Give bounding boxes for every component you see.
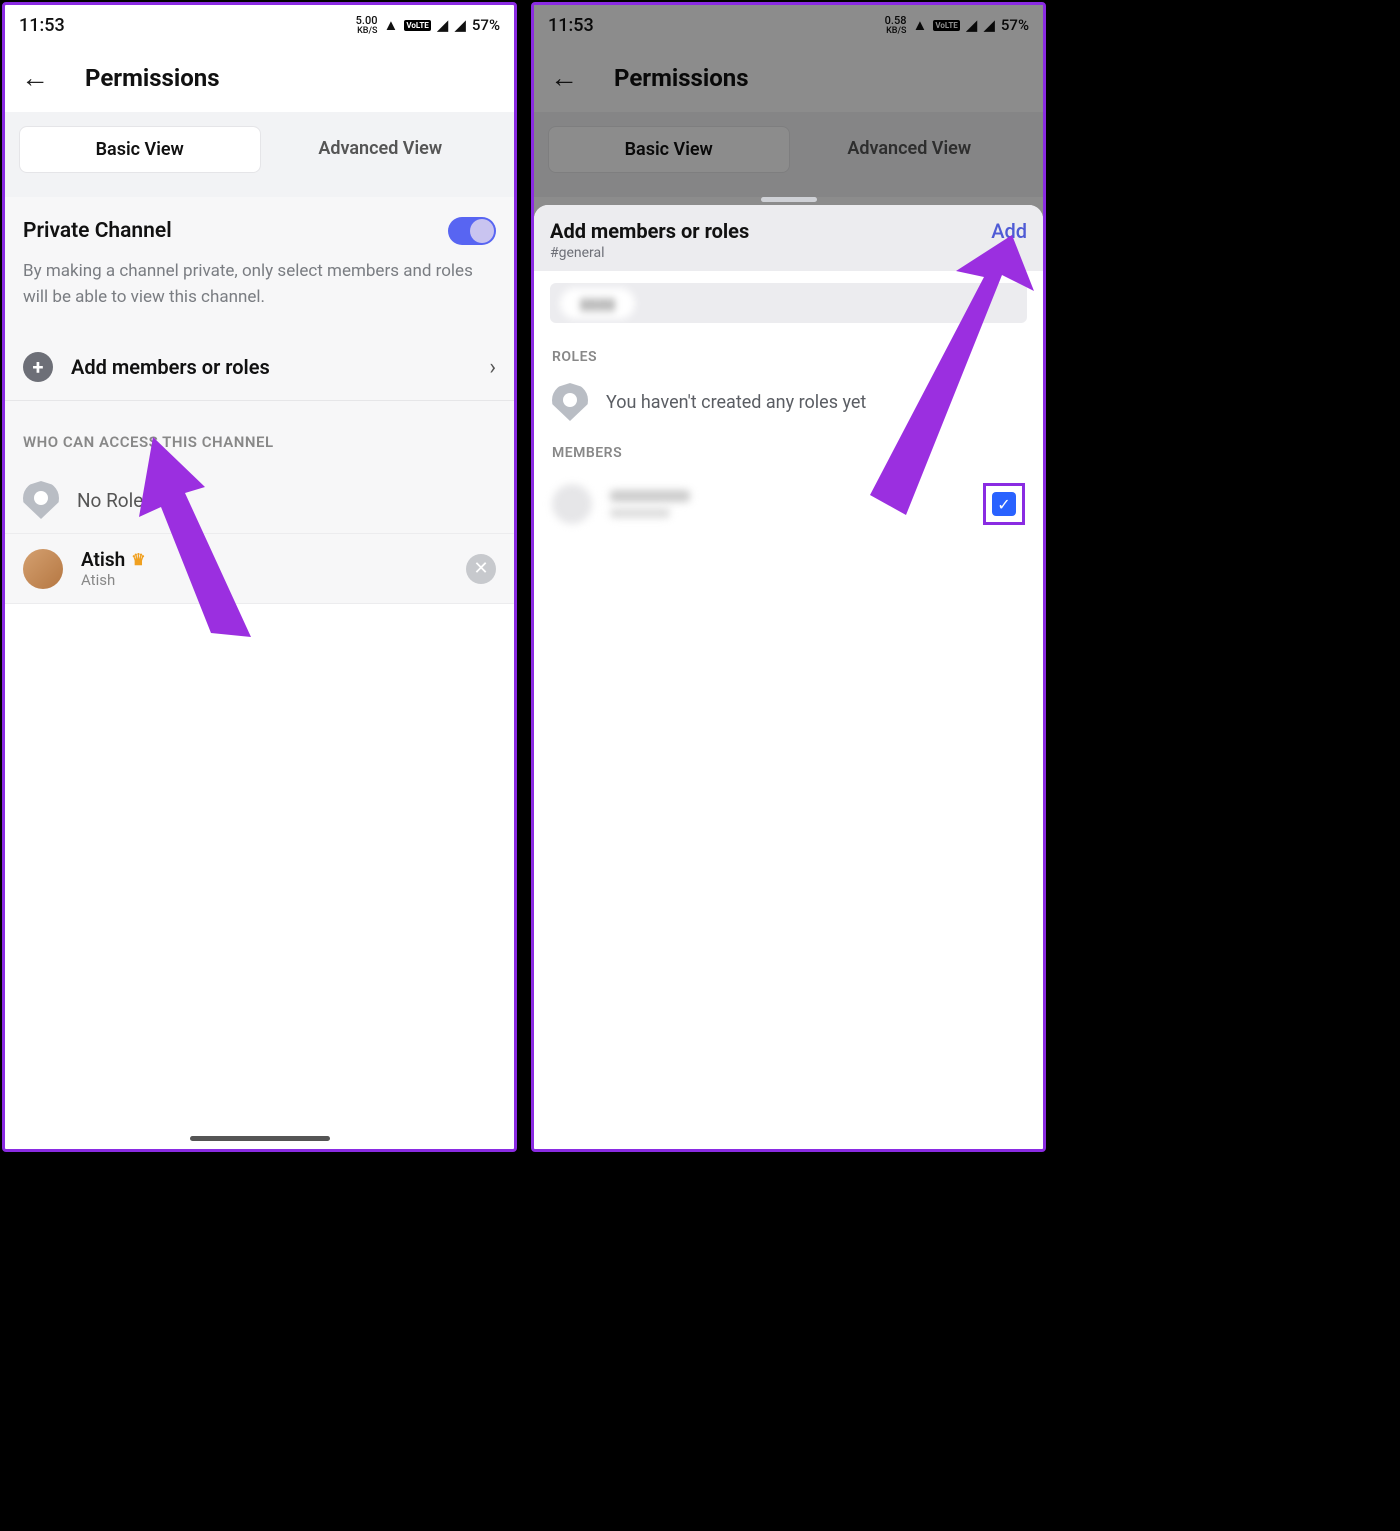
- battery-text: 57%: [472, 16, 500, 34]
- crown-icon: ♛: [131, 550, 145, 569]
- status-time: 11:53: [19, 15, 65, 36]
- add-members-or-roles-row[interactable]: + Add members or roles ›: [5, 334, 514, 401]
- search-chip: ▮▮▮▮: [560, 288, 635, 319]
- shield-icon: [552, 383, 588, 421]
- avatar: [552, 484, 592, 524]
- sheet-header: Add members or roles #general Add: [534, 205, 1043, 271]
- member-name-blurred: [610, 490, 690, 502]
- phone-left: 11:53 5.00KB/S ▲ VoLTE ◢ ◢ 57% ← Permiss…: [2, 2, 517, 1152]
- status-bar: 11:53 5.00KB/S ▲ VoLTE ◢ ◢ 57%: [5, 5, 514, 45]
- sheet-subtitle: #general: [550, 245, 749, 261]
- roles-section-label: ROLES: [534, 335, 1043, 373]
- view-tabs: Basic View Advanced View: [19, 126, 500, 173]
- roles-empty-row: You haven't created any roles yet: [534, 373, 1043, 431]
- shield-icon: [23, 481, 59, 519]
- add-members-label: Add members or roles: [71, 355, 471, 379]
- private-channel-description: By making a channel private, only select…: [5, 255, 514, 334]
- member-username: Atish: [81, 571, 448, 589]
- remove-member-button[interactable]: ✕: [466, 554, 496, 584]
- members-section-label: MEMBERS: [534, 431, 1043, 469]
- phone-right: 11:53 0.58KB/S ▲ VoLTE ◢ ◢ 57% ← Permiss…: [531, 2, 1046, 1152]
- volte-badge: VoLTE: [404, 20, 430, 31]
- signal-icon-2: ◢: [454, 16, 466, 34]
- plus-icon: +: [23, 352, 53, 382]
- private-channel-row: Private Channel: [5, 197, 514, 255]
- no-roles-label: No Roles: [77, 489, 153, 512]
- home-indicator: [190, 1136, 330, 1141]
- back-button[interactable]: ←: [15, 57, 55, 98]
- member-sub-blurred: [610, 508, 670, 518]
- wifi-icon: ▲: [383, 16, 398, 34]
- private-channel-toggle[interactable]: [448, 217, 496, 245]
- status-right: 5.00KB/S ▲ VoLTE ◢ ◢ 57%: [356, 15, 500, 36]
- sheet-add-button[interactable]: Add: [991, 219, 1027, 243]
- who-can-access-label: WHO CAN ACCESS THIS CHANNEL: [5, 401, 514, 467]
- add-members-sheet: Add members or roles #general Add ▮▮▮▮ R…: [534, 205, 1043, 1149]
- roles-empty-text: You haven't created any roles yet: [606, 392, 866, 413]
- tab-basic-view[interactable]: Basic View: [19, 126, 261, 173]
- tab-advanced-view[interactable]: Advanced View: [261, 126, 501, 173]
- signal-icon-1: ◢: [437, 16, 449, 34]
- no-roles-row[interactable]: No Roles: [5, 467, 514, 534]
- private-channel-label: Private Channel: [23, 219, 172, 243]
- chevron-right-icon: ›: [489, 355, 496, 380]
- checkbox-highlight: ✓: [983, 483, 1025, 525]
- member-list-item[interactable]: ✓: [534, 469, 1043, 539]
- member-checkbox[interactable]: ✓: [992, 492, 1016, 516]
- sheet-title: Add members or roles: [550, 219, 749, 243]
- avatar: [23, 549, 63, 589]
- network-speed: 5.00KB/S: [356, 15, 378, 36]
- page-title: Permissions: [85, 64, 220, 92]
- member-name: Atish ♛: [81, 548, 448, 571]
- sheet-grab-handle[interactable]: [761, 197, 817, 202]
- member-row-atish[interactable]: Atish ♛ Atish ✕: [5, 534, 514, 604]
- header: ← Permissions: [5, 45, 514, 112]
- sheet-search-input[interactable]: ▮▮▮▮: [550, 283, 1027, 323]
